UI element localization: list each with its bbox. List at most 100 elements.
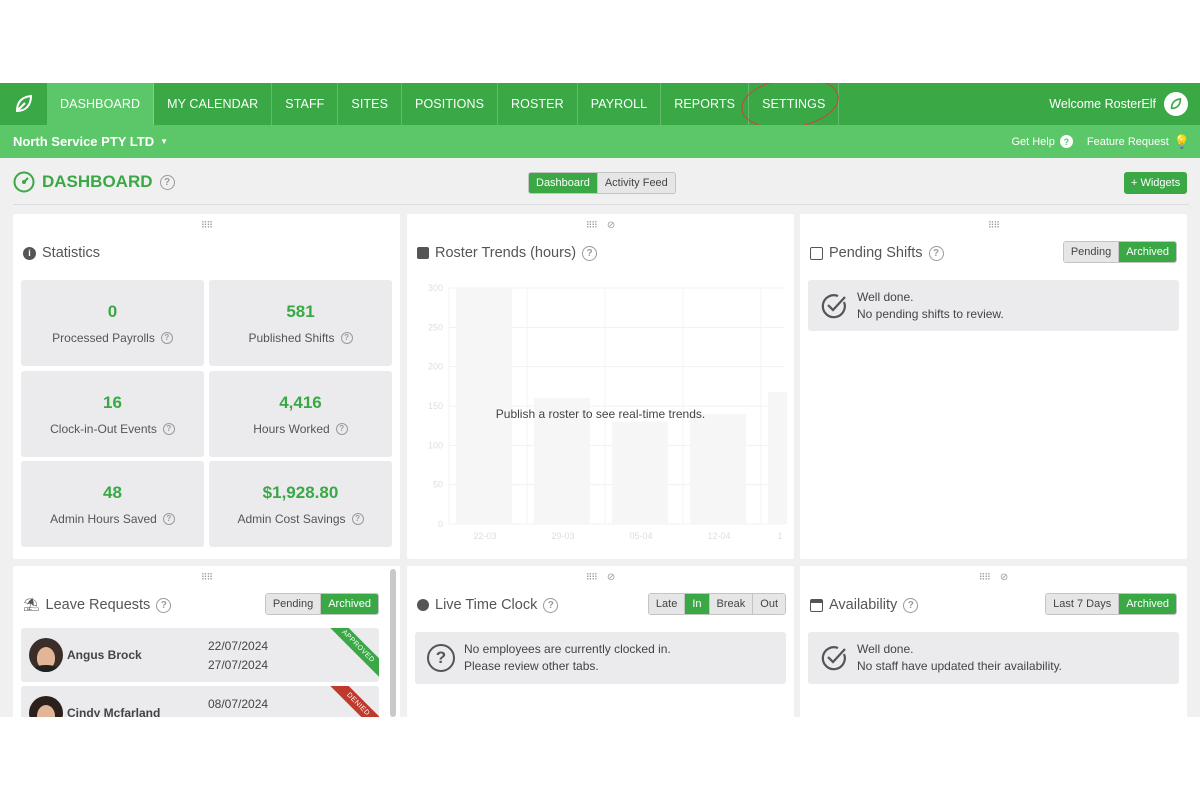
stat-value: 16 (103, 392, 122, 412)
stat-label: Published Shifts? (248, 330, 353, 345)
subnav-links: Get Help ? Feature Request 💡 (1011, 125, 1190, 158)
help-icon[interactable]: ? (543, 597, 559, 613)
leave-request-row[interactable]: Cindy Mcfarland 08/07/2024 DENIED (21, 686, 379, 717)
bar-chart-icon (417, 247, 429, 259)
logo-icon[interactable] (0, 83, 47, 125)
tab-archived[interactable]: Archived (1119, 242, 1176, 262)
tab-archived[interactable]: Archived (1119, 594, 1176, 614)
sub-nav: North Service PTY LTD ▼ Get Help ? Featu… (0, 125, 1200, 158)
leave-request-row[interactable]: Angus Brock 22/07/2024 27/07/2024 APPROV… (21, 628, 379, 682)
nav-positions[interactable]: POSITIONS (402, 83, 499, 125)
y-tick-label: 50 (433, 480, 443, 490)
drag-handle-icon[interactable]: ⠿⠿ (988, 220, 1000, 231)
status-ribbon: APPROVED (322, 628, 379, 682)
help-icon[interactable]: ? (159, 174, 175, 190)
tab-dashboard[interactable]: Dashboard (529, 173, 598, 193)
pending-shifts-title-text: Pending Shifts (829, 245, 923, 261)
time-clock-message: ? No employees are currently clocked in.… (415, 632, 786, 684)
x-tick-label: 12-04 (707, 531, 730, 541)
message-line-1: Well done. (857, 642, 914, 656)
stopwatch-icon (417, 599, 429, 611)
calendar-icon (810, 598, 823, 612)
help-icon[interactable]: ? (160, 331, 173, 344)
tab-archived[interactable]: Archived (321, 594, 378, 614)
help-icon[interactable]: ? (335, 422, 348, 435)
message-line-2: No staff have updated their availability… (857, 659, 1063, 673)
stat-value: 48 (103, 482, 122, 502)
availability-message: Well done. No staff have updated their a… (808, 632, 1179, 684)
welcome-area[interactable]: Welcome RosterElf (1049, 83, 1188, 125)
stat-label-text: Published Shifts (248, 330, 335, 345)
stat-label-text: Processed Payrolls (52, 330, 155, 345)
info-text: No employees are currently clocked in. P… (464, 641, 671, 675)
stat-value: 581 (286, 301, 315, 321)
tab-in[interactable]: In (685, 594, 710, 614)
tab-pending[interactable]: Pending (265, 594, 322, 614)
help-icon[interactable]: ? (340, 331, 353, 344)
tab-break[interactable]: Break (709, 594, 754, 614)
header-divider (13, 204, 1189, 205)
help-icon[interactable]: ? (162, 512, 175, 525)
avatar (29, 638, 63, 672)
availability-toggle: Last 7 Days Archived (1045, 593, 1177, 615)
roster-trends-title-text: Roster Trends (hours) (435, 245, 577, 261)
add-widgets-button[interactable]: + Widgets (1124, 172, 1188, 194)
trend-bar (612, 421, 668, 524)
help-icon[interactable]: ? (156, 597, 172, 613)
nav-payroll[interactable]: PAYROLL (578, 83, 662, 125)
calendar-clock-icon (810, 246, 823, 260)
message-line-1: No employees are currently clocked in. (464, 642, 671, 656)
eye-slash-icon[interactable]: ⊘ (1000, 572, 1008, 583)
feature-request-link[interactable]: Feature Request 💡 (1087, 134, 1190, 150)
y-tick-label: 300 (428, 283, 443, 293)
nav-settings[interactable]: SETTINGS (749, 83, 840, 125)
statistics-title-text: Statistics (42, 245, 101, 261)
tab-late[interactable]: Late (648, 594, 686, 614)
welcome-text: Welcome RosterElf (1049, 97, 1156, 111)
avatar (29, 696, 63, 717)
help-icon[interactable]: ? (903, 597, 919, 613)
tab-out[interactable]: Out (753, 594, 785, 614)
y-tick-label: 200 (428, 362, 443, 372)
help-icon[interactable]: ? (162, 422, 175, 435)
app: DASHBOARD MY CALENDAR STAFF SITES POSITI… (0, 83, 1200, 717)
company-selector[interactable]: North Service PTY LTD ▼ (13, 125, 168, 158)
help-icon[interactable]: ? (351, 512, 364, 525)
roster-trends-card: ⠿⠿ ⊘ Roster Trends (hours) ? 300 250 200 1 5… (407, 214, 794, 559)
stat-admin-hours-saved: 48 Admin Hours Saved? (21, 461, 204, 547)
nav-dashboard[interactable]: DASHBOARD (47, 83, 155, 125)
live-time-clock-title-text: Live Time Clock (435, 597, 538, 613)
message-line-2: Please review other tabs. (464, 659, 599, 673)
check-circle-icon (821, 293, 846, 318)
get-help-link[interactable]: Get Help ? (1011, 135, 1073, 148)
tab-activity-feed[interactable]: Activity Feed (597, 173, 675, 193)
drag-handle-icon[interactable]: ⠿⠿ (201, 220, 213, 231)
nav-roster[interactable]: ROSTER (498, 83, 578, 125)
message-line-2: No pending shifts to review. (857, 306, 1004, 321)
nav-reports[interactable]: REPORTS (661, 83, 750, 125)
message-line-1: Well done. (857, 289, 914, 304)
feature-request-label: Feature Request (1086, 135, 1169, 148)
nav-my-calendar[interactable]: MY CALENDAR (154, 83, 273, 125)
x-tick-label: 22-03 (473, 531, 496, 541)
help-icon[interactable]: ? (582, 245, 598, 261)
drag-handle-icon[interactable]: ⠿⠿ ⊘ (979, 572, 1009, 583)
stat-label: Hours Worked? (253, 422, 348, 436)
leave-requests-title: ⛱ Leave Requests ? (23, 597, 172, 613)
help-icon[interactable]: ? (928, 245, 944, 261)
tab-pending[interactable]: Pending (1063, 242, 1120, 262)
drag-handle-icon[interactable]: ⠿⠿ ⊘ (586, 220, 616, 231)
scrollbar[interactable] (390, 569, 396, 717)
speedometer-icon (13, 171, 35, 193)
nav-sites[interactable]: SITES (338, 83, 403, 125)
y-tick-label: 0 (438, 519, 443, 529)
statistics-card: ⠿⠿ i Statistics 0 Processed Payrolls? 58… (13, 214, 400, 559)
user-avatar-icon[interactable] (1164, 92, 1188, 116)
drag-handle-icon[interactable]: ⠿⠿ (201, 572, 213, 583)
tab-last-7-days[interactable]: Last 7 Days (1046, 594, 1120, 614)
nav-staff[interactable]: STAFF (272, 83, 339, 125)
eye-slash-icon[interactable]: ⊘ (607, 220, 615, 231)
drag-handle-icon[interactable]: ⠿⠿ ⊘ (586, 572, 616, 583)
leave-requests-toggle: Pending Archived (264, 593, 379, 615)
eye-slash-icon[interactable]: ⊘ (607, 572, 615, 583)
